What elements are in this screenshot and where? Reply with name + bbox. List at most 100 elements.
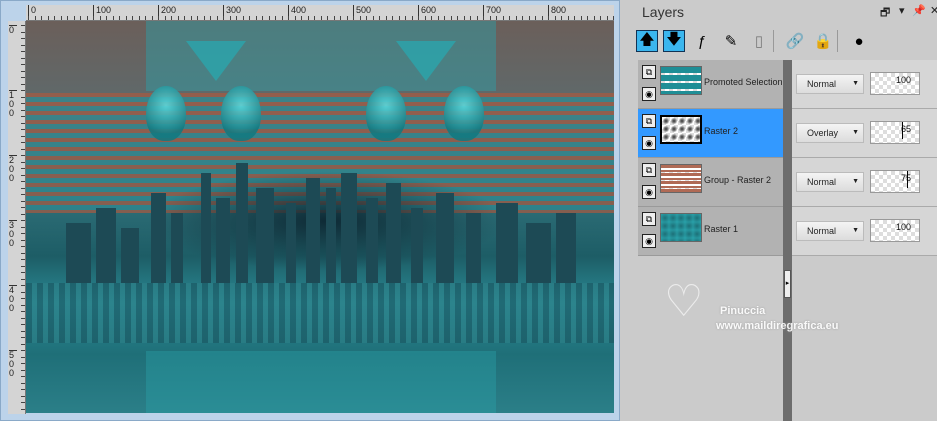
ruler-tick [346, 16, 348, 20]
ruler-tick [528, 16, 530, 20]
building [526, 223, 551, 283]
ruler-label: 200 [9, 155, 17, 183]
ruler-tick [483, 16, 484, 20]
layer-row[interactable]: ⧉ ◉ Raster 2 [638, 109, 783, 158]
ruler-tick [21, 350, 25, 351]
building [171, 213, 183, 283]
blend-mode-select[interactable]: Normal ▼ [796, 221, 864, 241]
ruler-tick [463, 16, 465, 20]
heart-logo-icon: ♡ [664, 277, 704, 326]
top-triangle [186, 41, 246, 81]
layer-group-icon[interactable]: ⧉ [642, 212, 656, 226]
blend-mode-select[interactable]: Overlay ▼ [796, 123, 864, 143]
eye-icon[interactable]: ◉ [642, 87, 656, 101]
ruler-tick [21, 207, 25, 208]
edit-layer-icon[interactable]: ✎ [720, 30, 742, 52]
building [556, 213, 576, 283]
ruler-tick [21, 161, 25, 163]
blend-mode-value: Normal [807, 177, 837, 187]
pin-icon[interactable]: 📌 [912, 4, 926, 17]
ruler-tick [21, 174, 25, 176]
ruler-tick [359, 16, 361, 20]
ruler-tick [21, 142, 25, 143]
opacity-slider[interactable]: 75 [870, 170, 920, 193]
image-canvas[interactable] [26, 21, 614, 413]
move-layer-up-icon[interactable]: 🡅 [636, 30, 658, 52]
ruler-tick [21, 148, 25, 150]
ruler-label: 100 [9, 90, 17, 118]
ruler-label: 100 [93, 5, 111, 20]
eye-icon[interactable]: ◉ [642, 136, 656, 150]
ruler-tick [112, 16, 114, 20]
link-icon[interactable]: 🔗 [784, 30, 806, 52]
move-layer-down-icon[interactable]: 🡇 [663, 30, 685, 52]
ruler-tick [587, 16, 588, 20]
ruler-tick [21, 64, 25, 65]
ruler-tick [236, 16, 237, 20]
ruler-tick [21, 233, 25, 234]
bubble-icon[interactable]: ● [848, 30, 870, 52]
ruler-tick [21, 246, 25, 247]
ruler-label: 300 [9, 220, 17, 248]
close-icon[interactable]: ✕ [930, 4, 937, 17]
ruler-tick [340, 16, 341, 20]
ruler-tick [314, 16, 315, 20]
blend-mode-select[interactable]: Normal ▼ [796, 172, 864, 192]
ruler-tick [21, 168, 25, 169]
splitter[interactable] [783, 60, 792, 421]
layer-effects-visibility-icon[interactable]: ƒ [691, 30, 713, 52]
ruler-tick [275, 16, 276, 20]
layer-thumbnail [660, 164, 702, 193]
ruler-tick [21, 116, 25, 117]
restore-icon[interactable]: 🗗 [880, 4, 890, 23]
layer-group-icon[interactable]: ⧉ [642, 65, 656, 79]
ruler-tick [301, 16, 302, 20]
ruler-tick [593, 16, 595, 20]
ruler-tick [379, 16, 380, 20]
building [496, 203, 518, 283]
ruler-tick [21, 200, 25, 202]
ruler-tick [21, 389, 25, 390]
ruler-tick [21, 109, 25, 111]
ruler-tick [93, 16, 94, 20]
ruler-tick [21, 317, 25, 319]
building [341, 173, 357, 283]
layer-row[interactable]: ⧉ ◉ Group - Raster 2 [638, 158, 783, 207]
ruler-tick [21, 220, 25, 221]
ruler-tick [424, 16, 426, 20]
ruler-tick [21, 343, 25, 345]
ruler-tick [21, 291, 25, 293]
ruler-tick [411, 16, 413, 20]
opacity-slider[interactable]: 65 [870, 121, 920, 144]
ruler-tick [177, 16, 179, 20]
building [386, 183, 401, 283]
layer-row[interactable]: ⧉ ◉ Promoted Selection [638, 60, 783, 109]
ruler-tick [307, 16, 309, 20]
ruler-label: 0 [9, 25, 17, 35]
ruler-tick [119, 16, 120, 20]
ruler-tick [21, 129, 25, 130]
splitter-handle[interactable]: ▸ [784, 270, 791, 298]
ruler-tick [21, 135, 25, 137]
eye-icon[interactable]: ◉ [642, 234, 656, 248]
disabled-layer-icon[interactable]: ▯ [748, 30, 770, 52]
opacity-slider[interactable]: 100 [870, 219, 920, 242]
layer-group-icon[interactable]: ⧉ [642, 114, 656, 128]
lock-icon[interactable]: 🔒 [812, 30, 834, 52]
ruler-tick [535, 16, 536, 20]
opacity-slider[interactable]: 100 [870, 72, 920, 95]
ruler-tick [470, 16, 471, 20]
ruler-tick [21, 265, 25, 267]
layer-group-icon[interactable]: ⧉ [642, 163, 656, 177]
layer-name: Raster 1 [704, 224, 739, 234]
ruler-tick [554, 16, 556, 20]
layer-row[interactable]: ⧉ ◉ Raster 1 [638, 207, 783, 256]
blend-mode-value: Normal [807, 79, 837, 89]
ruler-tick [21, 337, 25, 338]
eye-icon[interactable]: ◉ [642, 185, 656, 199]
ruler-tick [210, 16, 211, 20]
menu-chevron-icon[interactable]: ▾ [899, 4, 905, 17]
ruler-tick [392, 16, 393, 20]
blend-mode-select[interactable]: Normal ▼ [796, 74, 864, 94]
ruler-label: 400 [9, 285, 17, 313]
